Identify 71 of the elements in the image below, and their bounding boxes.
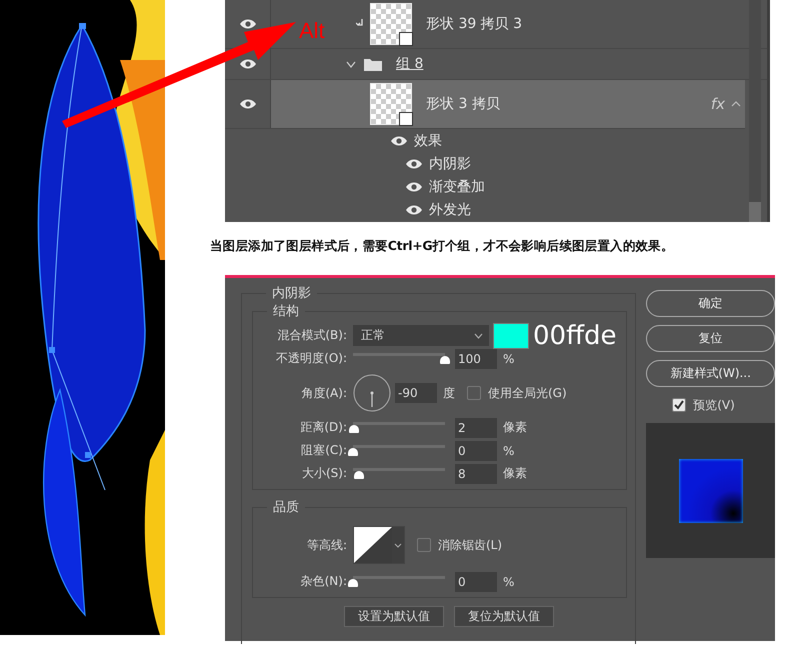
dialog-button[interactable]: 新建样式(W)... (646, 360, 775, 387)
field-label: 混合模式(B): (276, 327, 347, 344)
layer-row[interactable]: 形状 3 拷贝 fx (225, 80, 745, 129)
blend-mode-dropdown[interactable]: 正常 (353, 325, 489, 346)
unit-label: 像素 (503, 465, 527, 482)
annotation-label: Alt (299, 18, 325, 44)
layer-thumbnail (370, 83, 412, 125)
unit-label: % (503, 444, 514, 458)
slider-thumb[interactable] (354, 471, 364, 479)
field-label: 角度(A): (300, 384, 347, 402)
field-label: 杂色(N): (300, 573, 347, 590)
field-label: 大小(S): (300, 465, 347, 482)
effect-name[interactable]: 内阴影 (429, 154, 471, 172)
field-label: 不透明度(O): (275, 350, 347, 367)
section-title: 内阴影 (271, 285, 312, 302)
section-title: 结构 (272, 303, 300, 320)
effects-label: 效果 (414, 132, 442, 150)
eye-icon[interactable] (390, 134, 408, 146)
field-label: 等高线: (306, 536, 347, 554)
unit-label: % (503, 574, 514, 588)
value-field[interactable]: 0 (455, 440, 497, 460)
color-code-annotation: 00ffde (533, 322, 616, 348)
dialog-button[interactable]: 复位 (646, 325, 775, 352)
caption-text: 当图层添加了图层样式后，需要Ctrl+G打个组，才不会影响后续图层置入的效果。 (210, 238, 675, 255)
layer-name: 形状 39 拷贝 3 (426, 15, 522, 33)
slider-thumb[interactable] (348, 425, 359, 433)
value-field[interactable]: 100 (455, 348, 497, 368)
eye-icon[interactable] (238, 98, 256, 110)
layer-thumbnail (370, 3, 412, 45)
caret-icon[interactable] (394, 542, 402, 548)
layer-name: 形状 3 拷贝 (426, 95, 500, 113)
unit-label: % (503, 352, 514, 366)
eye-icon[interactable] (405, 180, 423, 192)
caret-icon[interactable] (474, 332, 483, 338)
caret-icon[interactable] (731, 101, 741, 107)
effect-name[interactable]: 外发光 (429, 200, 471, 218)
slider-thumb[interactable] (348, 448, 358, 456)
scrollbar[interactable] (749, 0, 761, 222)
eye-icon[interactable] (405, 158, 423, 170)
eye-icon[interactable] (405, 204, 423, 216)
group-name: 组 8 (396, 55, 424, 73)
color-swatch[interactable] (493, 322, 529, 348)
field-label: 阻塞(C): (300, 442, 347, 459)
eye-icon[interactable] (238, 18, 256, 30)
unit-label: 度 (443, 384, 455, 402)
contour-picker[interactable] (353, 526, 405, 564)
value-field[interactable]: -90 (395, 383, 437, 403)
checkbox-label: 消除锯齿(L) (438, 536, 502, 554)
angle-dial[interactable] (353, 374, 391, 412)
checkbox-label: 使用全局光(G) (488, 384, 567, 402)
field-label: 距离(D): (299, 419, 347, 436)
value-field[interactable]: 8 (455, 464, 497, 484)
fx-label: fx (710, 95, 725, 113)
folder-icon (364, 58, 382, 70)
checkbox[interactable] (417, 538, 431, 552)
section-title: 品质 (272, 499, 300, 516)
dialog-button[interactable]: 设置为默认值 (344, 606, 444, 627)
dialog-button[interactable]: 确定 (646, 290, 775, 317)
checkbox[interactable] (672, 398, 686, 412)
dialog-button[interactable]: 复位为默认值 (454, 606, 554, 627)
eye-icon[interactable] (238, 58, 256, 70)
checkbox[interactable] (467, 386, 481, 400)
slider-thumb[interactable] (348, 579, 358, 587)
checkbox-label: 预览(V) (693, 396, 735, 414)
slider-thumb[interactable] (440, 356, 450, 364)
chevron-icon[interactable] (346, 60, 356, 68)
value-field[interactable]: 2 (455, 418, 497, 438)
value-field[interactable]: 0 (455, 572, 497, 592)
preview-swatch (678, 458, 743, 522)
effect-name[interactable]: 渐变叠加 (429, 178, 485, 196)
unit-label: 像素 (503, 419, 527, 436)
